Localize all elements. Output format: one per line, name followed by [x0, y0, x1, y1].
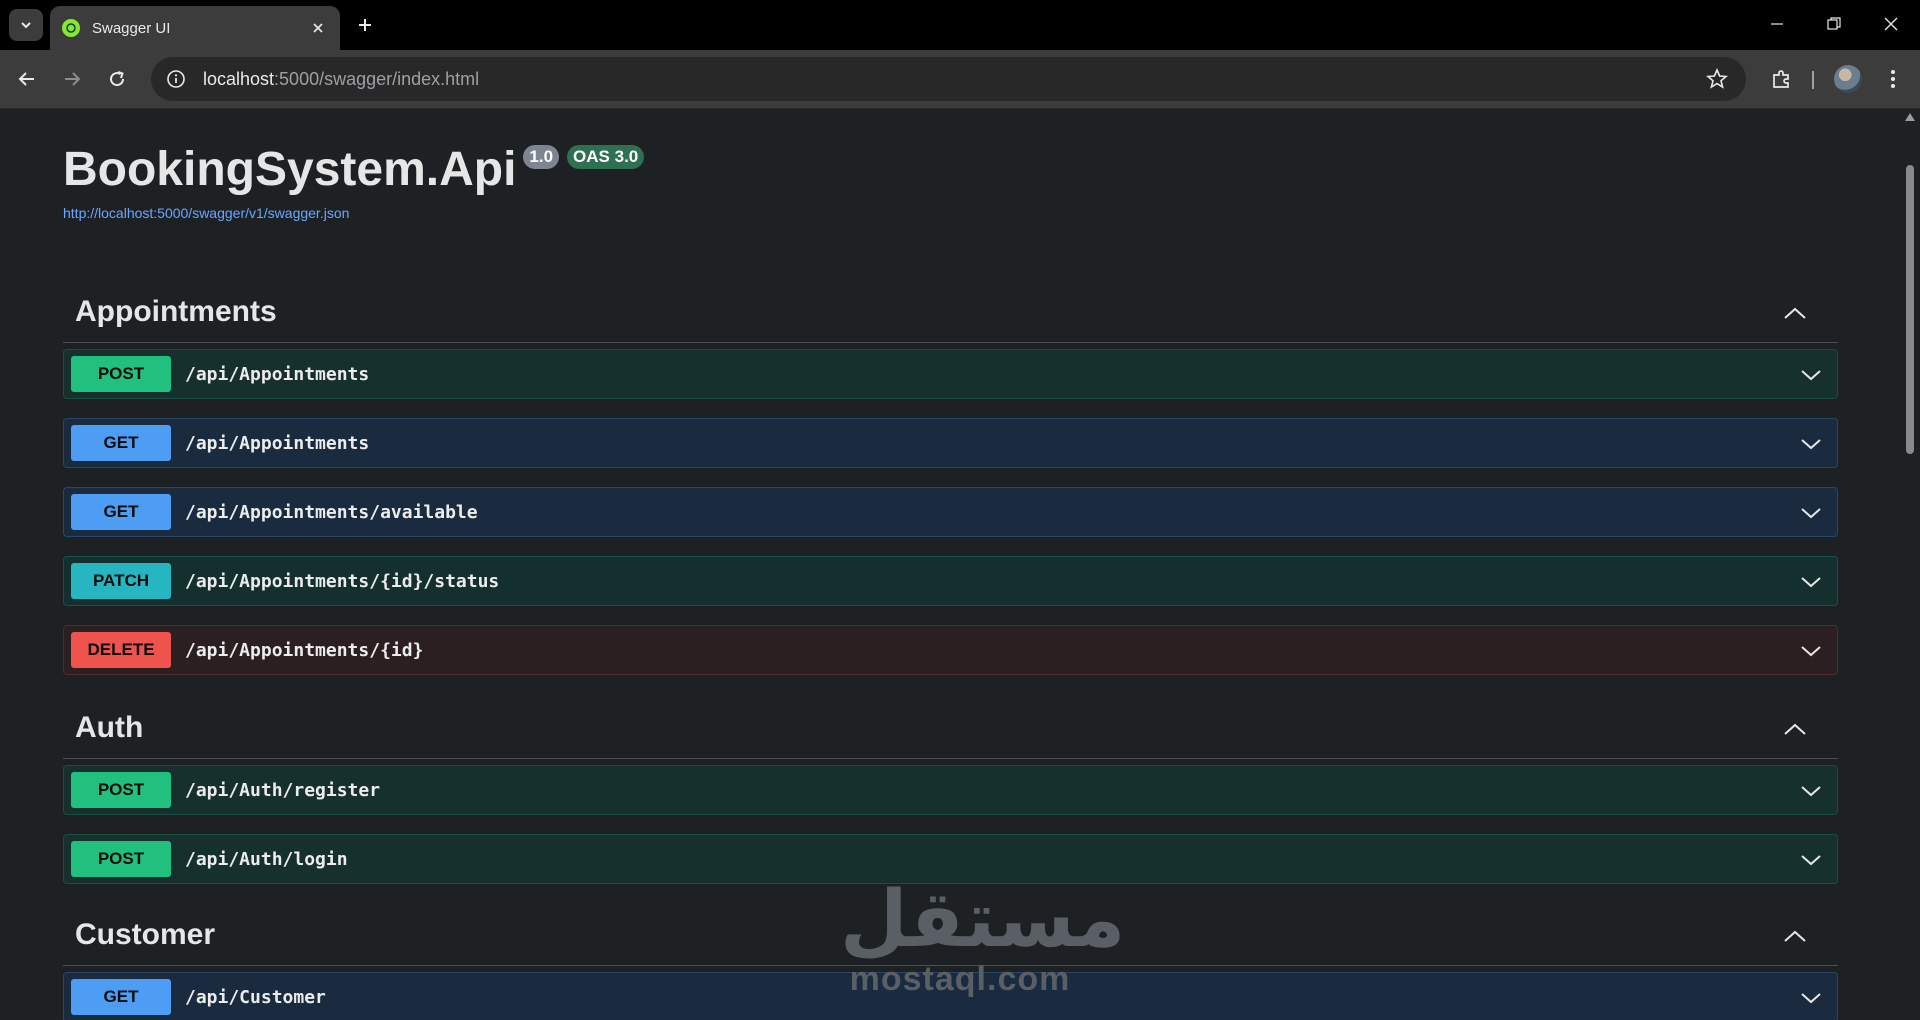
section-auth: Auth POST /api/Auth/register POST /api/A… [63, 697, 1838, 884]
operation-path: /api/Appointments [185, 432, 370, 454]
method-badge: POST [71, 356, 171, 392]
section-header-appointments[interactable]: Appointments [63, 281, 1838, 343]
spec-json-link[interactable]: http://localhost:5000/swagger/v1/swagger… [63, 205, 644, 221]
arrow-left-icon [18, 72, 34, 86]
chevron-up-icon[interactable] [1782, 924, 1808, 950]
operation-get-appointments-available[interactable]: GET /api/Appointments/available [63, 487, 1838, 537]
operation-delete-appointment[interactable]: DELETE /api/Appointments/{id} [63, 625, 1838, 675]
page-scrollbar[interactable] [1900, 109, 1920, 1020]
method-badge: DELETE [71, 632, 171, 668]
back-button[interactable] [10, 62, 44, 96]
operation-patch-appointment-status[interactable]: PATCH /api/Appointments/{id}/status [63, 556, 1838, 606]
chevron-up-icon[interactable] [1782, 301, 1808, 327]
operation-path: /api/Appointments [185, 363, 370, 385]
section-title: Customer [75, 917, 216, 951]
swagger-favicon-icon [62, 19, 80, 37]
chevron-up-icon[interactable] [1782, 717, 1808, 743]
scrollbar-thumb[interactable] [1906, 165, 1914, 454]
operation-path: /api/Appointments/available [185, 501, 478, 523]
chevron-down-icon[interactable] [1799, 848, 1823, 872]
puzzle-icon [1773, 70, 1789, 88]
close-icon [1884, 17, 1898, 31]
chevron-down-icon[interactable] [1799, 501, 1823, 525]
method-badge: GET [71, 425, 171, 461]
close-tab-icon[interactable] [308, 18, 328, 38]
tab-search-button[interactable] [9, 9, 43, 41]
watermark-arabic: مستقل [840, 875, 1126, 965]
api-info: BookingSystem.Api 1.0 OAS 3.0 http://loc… [63, 141, 645, 221]
operation-path: /api/Customer [185, 986, 326, 1008]
close-window-button[interactable] [1862, 0, 1920, 48]
chevron-down-icon[interactable] [1799, 570, 1823, 594]
reload-icon [110, 71, 125, 87]
scroll-up-arrow-icon[interactable] [1905, 113, 1915, 121]
reload-button[interactable] [100, 62, 134, 96]
operation-path: /api/Auth/login [185, 848, 348, 870]
api-title: BookingSystem.Api [63, 143, 517, 196]
section-header-auth[interactable]: Auth [63, 697, 1838, 759]
operation-path: /api/Auth/register [185, 779, 381, 801]
forward-button[interactable] [55, 62, 89, 96]
watermark: مستقل mostaql.com [840, 875, 1126, 1005]
section-appointments: Appointments POST /api/Appointments GET … [63, 281, 1838, 675]
method-badge: GET [71, 979, 171, 1015]
chevron-down-icon[interactable] [1799, 986, 1823, 1010]
url-text: localhost:5000/swagger/index.html [203, 68, 480, 89]
watermark-latin: mostaql.com [849, 960, 1071, 998]
chevron-down-icon [21, 22, 31, 29]
site-info-icon[interactable] [165, 68, 187, 90]
method-badge: POST [71, 841, 171, 877]
extensions-button[interactable] [1765, 62, 1799, 96]
bookmark-star-icon[interactable] [1706, 68, 1728, 90]
chevron-down-icon[interactable] [1799, 639, 1823, 663]
operation-post-appointments[interactable]: POST /api/Appointments [63, 349, 1838, 399]
chevron-down-icon[interactable] [1799, 779, 1823, 803]
section-title: Appointments [75, 294, 277, 328]
operation-path: /api/Appointments/{id} [185, 639, 424, 661]
more-vertical-icon [1891, 70, 1895, 88]
minimize-icon [1771, 23, 1783, 25]
operation-path: /api/Appointments/{id}/status [185, 570, 500, 592]
operation-post-auth-register[interactable]: POST /api/Auth/register [63, 765, 1838, 815]
chevron-down-icon[interactable] [1799, 363, 1823, 387]
plus-icon [359, 19, 371, 31]
browser-tab[interactable]: Swagger UI [50, 6, 340, 50]
operation-get-appointments[interactable]: GET /api/Appointments [63, 418, 1838, 468]
method-badge: PATCH [71, 563, 171, 599]
method-badge: POST [71, 772, 171, 808]
version-badge: 1.0 [523, 145, 560, 169]
browser-toolbar: localhost:5000/swagger/index.html [0, 50, 1920, 109]
tab-title: Swagger UI [92, 19, 171, 37]
minimize-button[interactable] [1748, 0, 1806, 48]
method-badge: GET [71, 494, 171, 530]
tab-strip: Swagger UI [0, 0, 1920, 50]
chevron-down-icon[interactable] [1799, 432, 1823, 456]
profile-avatar[interactable] [1834, 65, 1862, 93]
arrow-right-icon [65, 72, 81, 86]
address-bar[interactable]: localhost:5000/swagger/index.html [151, 57, 1746, 101]
section-title: Auth [75, 710, 144, 744]
new-tab-button[interactable] [352, 12, 378, 38]
restore-icon [1827, 17, 1841, 30]
browser-menu-button[interactable] [1878, 62, 1908, 96]
restore-button[interactable] [1805, 0, 1863, 48]
toolbar-divider [1812, 71, 1814, 89]
oas-badge: OAS 3.0 [567, 145, 645, 169]
